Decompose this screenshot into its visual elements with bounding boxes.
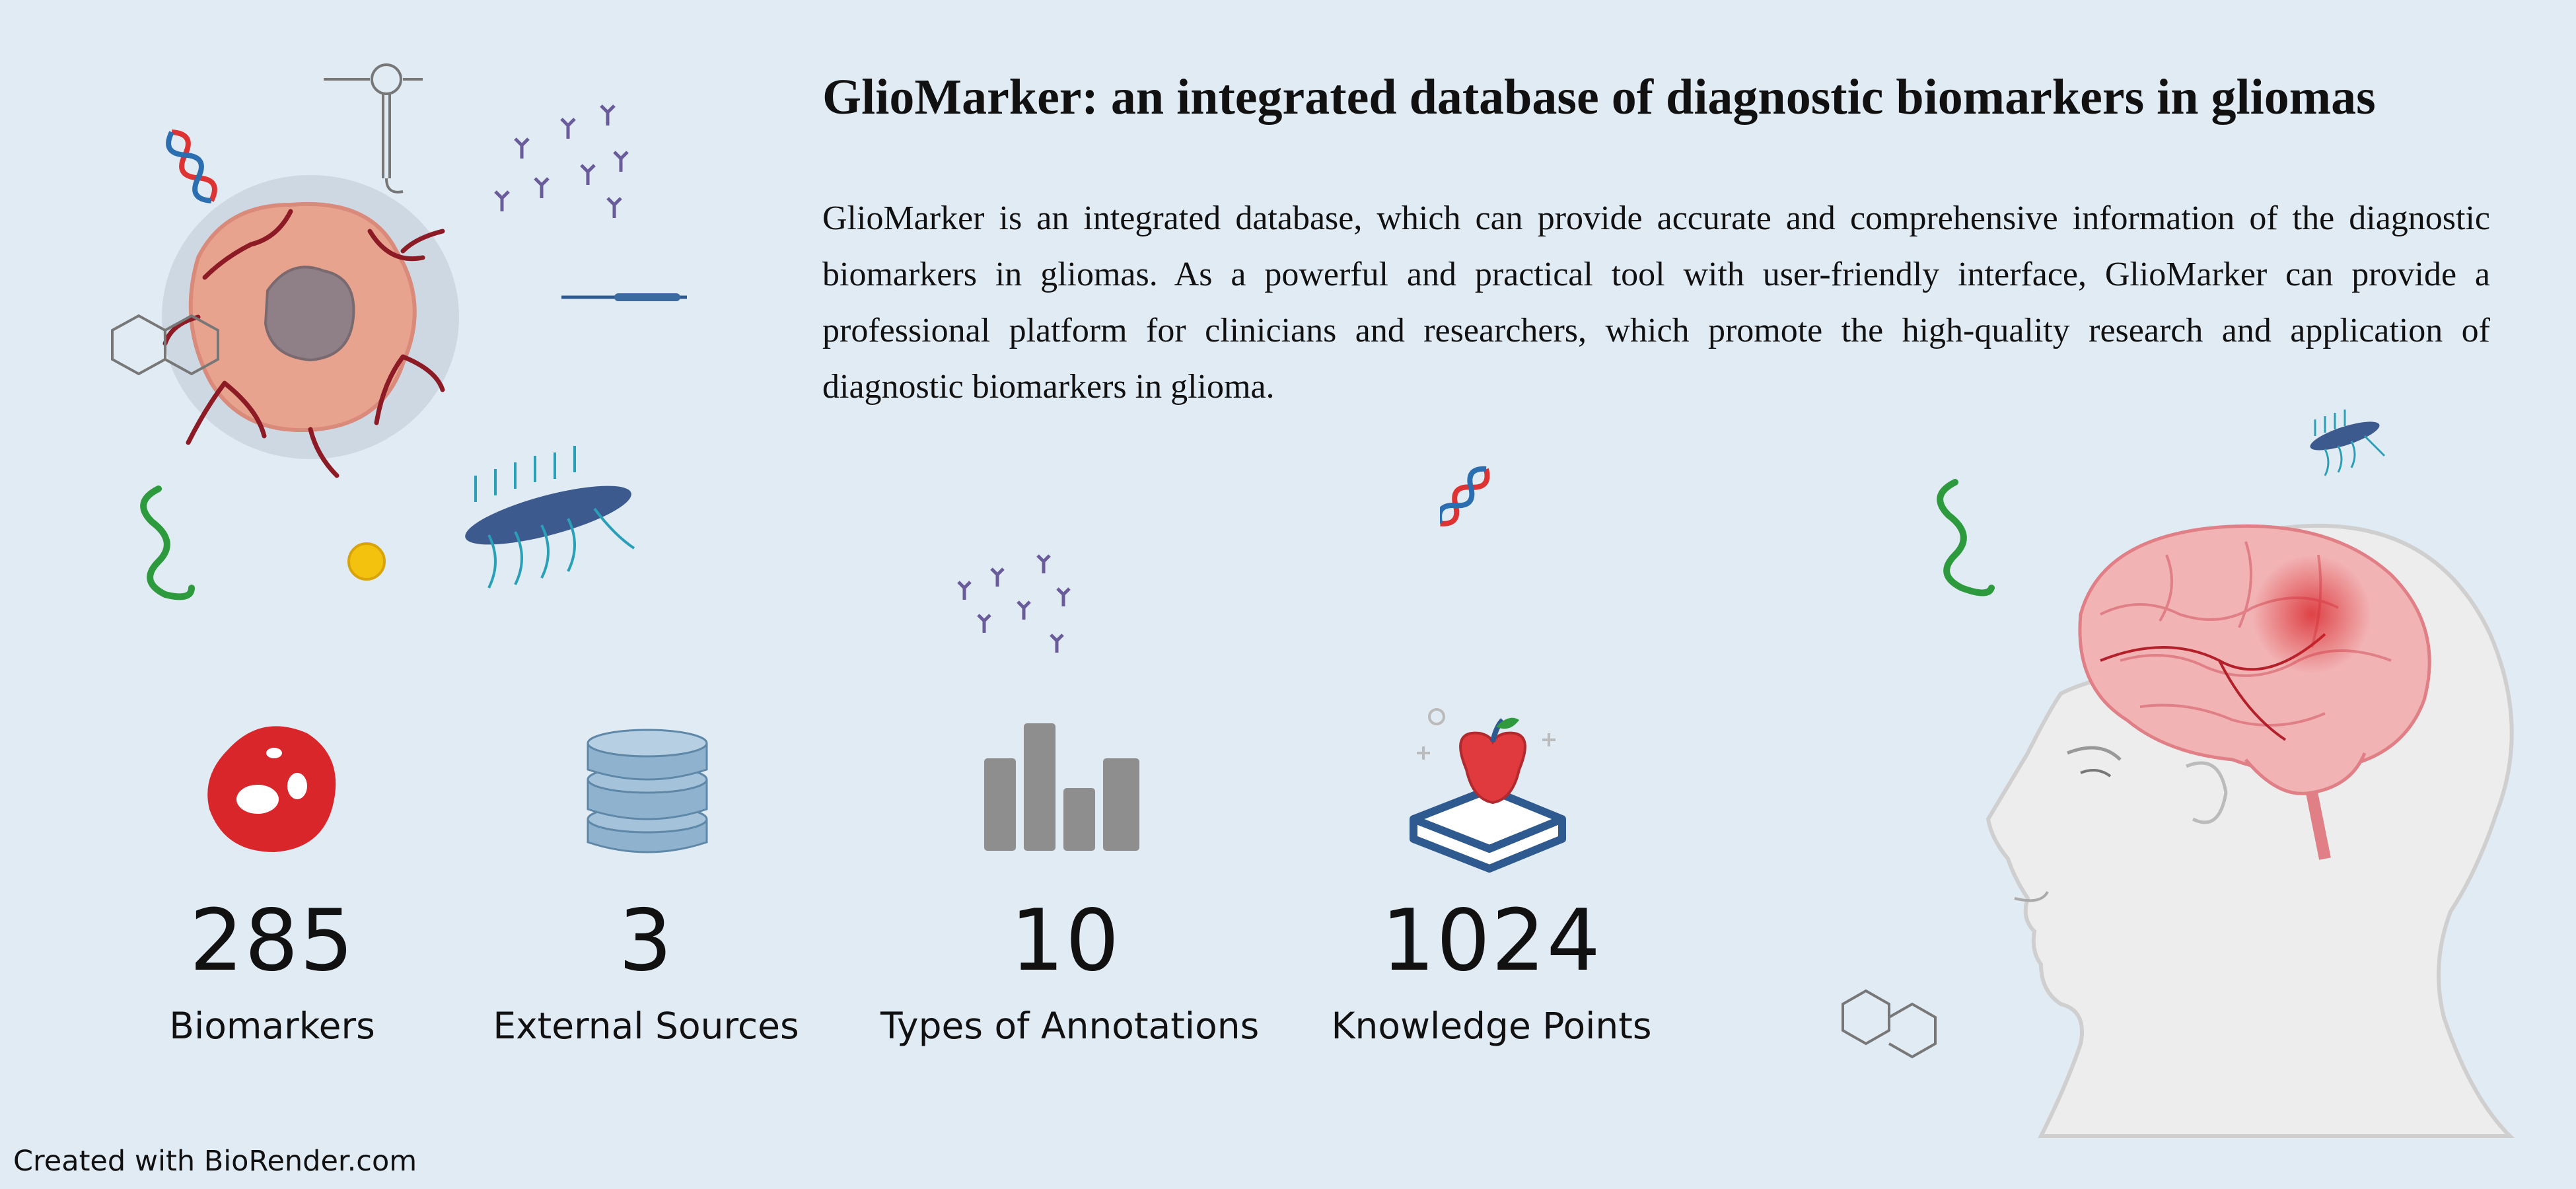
stat-label: External Sources: [493, 1005, 799, 1047]
worm-icon: [140, 486, 195, 600]
stat-annotation-types: 10 Types of Annotations: [880, 892, 1260, 1049]
antibody-icon: [494, 104, 629, 218]
page-title: GlioMarker: an integrated database of di…: [822, 69, 2376, 125]
antibody-icon: [945, 535, 1090, 654]
stat-value: 3: [618, 892, 674, 990]
stat-biomarkers: 285 Biomarkers: [87, 892, 457, 1049]
dna-icon: [166, 129, 217, 203]
database-icon: [585, 727, 710, 859]
stat-external-sources: 3 External Sources: [461, 892, 831, 1049]
head-brain-illustration: [1968, 502, 2536, 1149]
stat-value: 1024: [1381, 892, 1602, 990]
bar-chart-icon: [981, 722, 1146, 854]
stat-label: Types of Annotations: [880, 1005, 1260, 1047]
page-description: GlioMarker is an integrated database, wh…: [822, 199, 2490, 406]
stat-label: Knowledge Points: [1331, 1005, 1652, 1047]
peptide-icon: [561, 293, 687, 301]
rna-icon: [324, 63, 423, 194]
particle-icon: [347, 542, 386, 581]
stat-value: 285: [189, 892, 355, 990]
stat-label: Biomarkers: [169, 1005, 375, 1047]
stat-knowledge-points: 1024 Knowledge Points: [1306, 892, 1676, 1049]
bacterium-icon: [2299, 403, 2391, 482]
bacterium-icon: [465, 446, 635, 589]
apple-book-icon: [1404, 703, 1575, 875]
stat-value: 10: [1010, 892, 1121, 990]
dna-icon: [1440, 456, 1539, 555]
credit-text: Created with BioRender.com: [13, 1145, 417, 1178]
cell-icon: [201, 717, 340, 855]
tumor-illustration: [92, 40, 700, 621]
molecule-icon: [1836, 984, 1942, 1077]
